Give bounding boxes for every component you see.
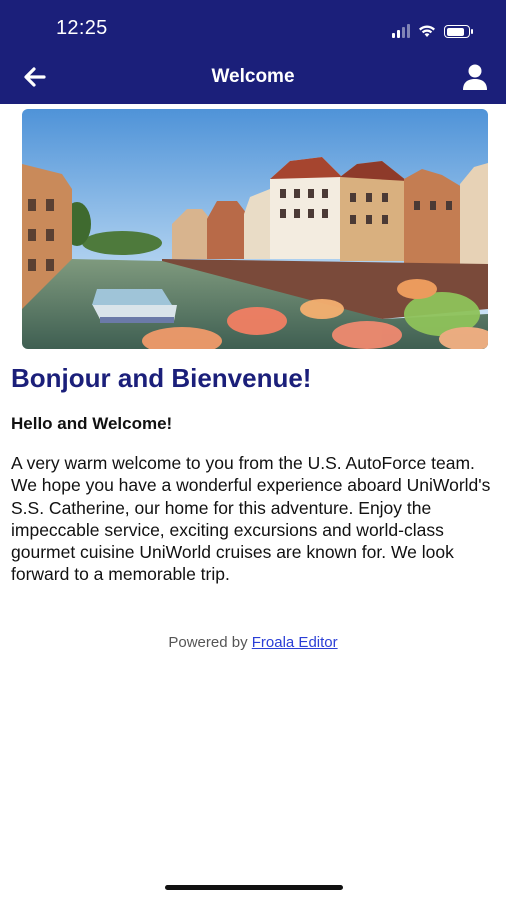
- welcome-heading: Bonjour and Bienvenue!: [11, 363, 312, 393]
- page-title: Welcome: [211, 66, 295, 87]
- welcome-subheading: Hello and Welcome!: [11, 414, 173, 433]
- wifi-icon: [419, 25, 435, 37]
- battery-icon: [444, 25, 473, 38]
- powered-by: Powered by Froala Editor: [0, 634, 506, 651]
- hero-image: [22, 109, 488, 349]
- status-icons: [392, 20, 473, 38]
- signal-icon: [392, 24, 410, 38]
- froala-editor-link[interactable]: Froala Editor: [252, 634, 338, 651]
- app-header: 12:25 Welcome: [0, 0, 506, 104]
- home-indicator[interactable]: [165, 885, 343, 890]
- status-time: 12:25: [56, 17, 108, 39]
- powered-by-prefix: Powered by: [168, 634, 248, 651]
- user-icon[interactable]: [460, 62, 490, 92]
- welcome-body-text: A very warm welcome to you from the U.S.…: [11, 453, 491, 585]
